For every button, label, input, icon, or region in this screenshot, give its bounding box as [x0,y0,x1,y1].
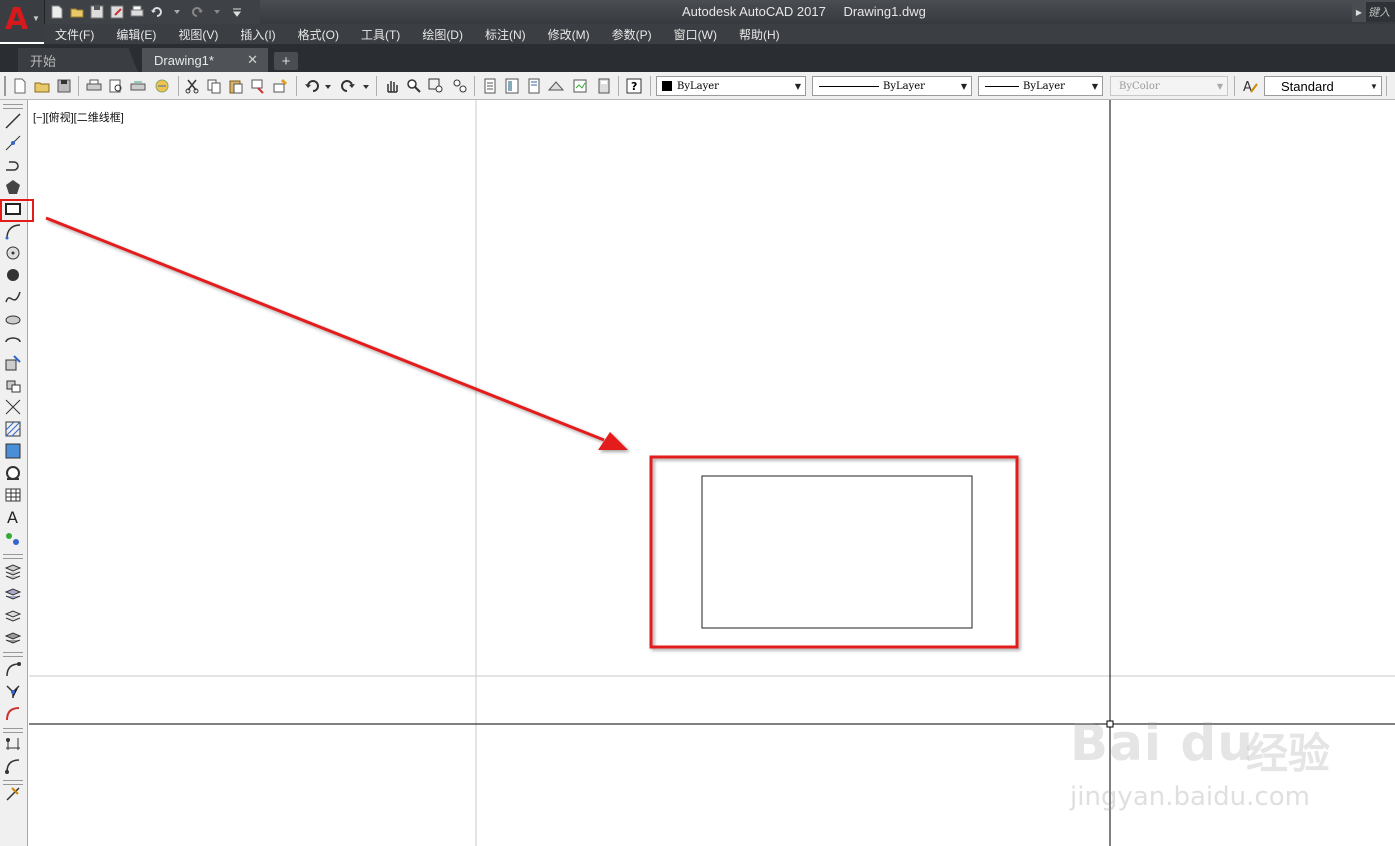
arrow-shaft [45,216,605,442]
baidu-watermark: Bai du 经验 jingyan.baidu.com [1066,690,1366,820]
watermark-jingyan: 经验 [1246,729,1331,778]
rectangle-tool-highlight [0,199,34,222]
annotation-arrow [45,216,628,450]
watermark-url: jingyan.baidu.com [1070,782,1310,812]
drawn-rectangle[interactable] [701,475,973,629]
result-highlight-box [649,455,1019,649]
watermark-brand: Bai du [1070,714,1254,772]
